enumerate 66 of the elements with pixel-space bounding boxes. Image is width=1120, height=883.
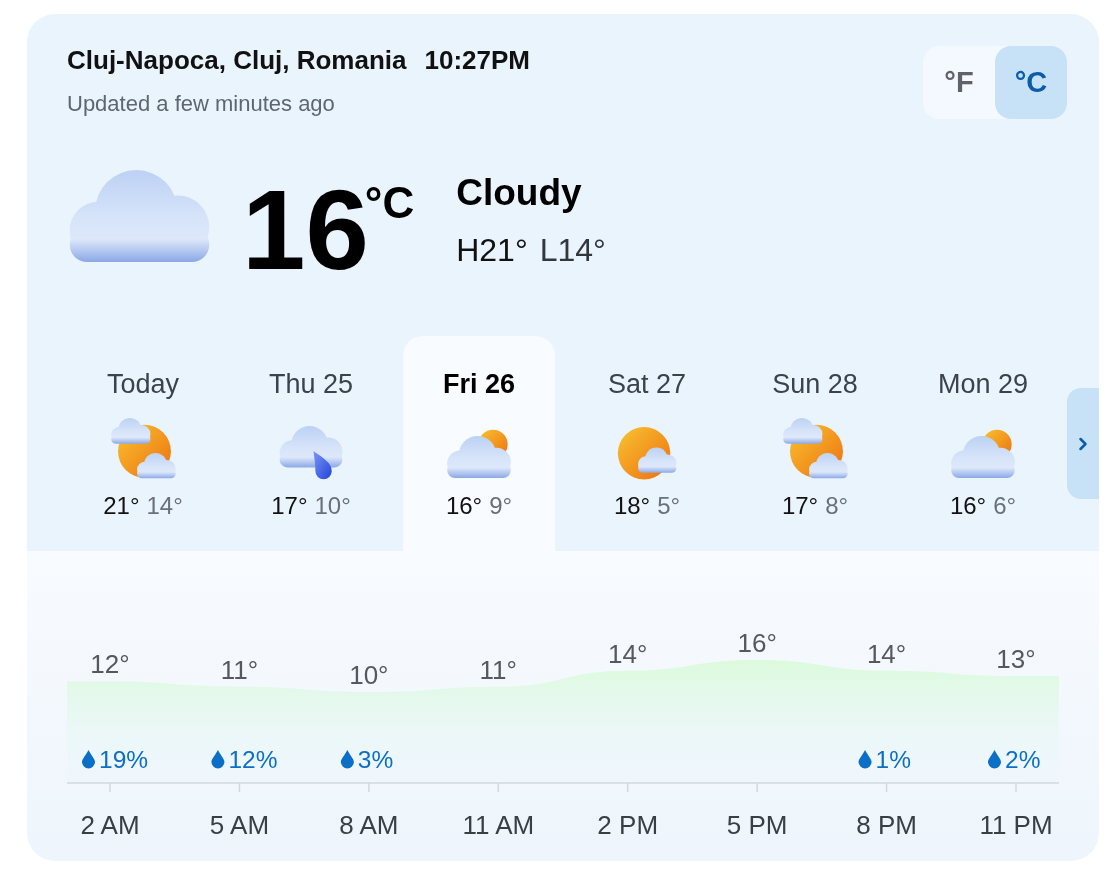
day-label: Sat 27 [607,369,687,399]
low-temperature: 8° [825,492,849,520]
high-temperature: 21° [103,492,140,520]
unit-button[interactable]: °C [995,46,1067,119]
time-label: 2 AM [80,810,140,840]
high-temperature: H21° [456,234,528,266]
day-label: Sun 28 [772,369,858,399]
precipitation-label: 12% [228,746,278,773]
update-status: Updated a few minutes ago [67,90,336,118]
temperature-label: 10° [349,660,389,690]
temperature-label: 14° [608,638,648,669]
raindrop-icon [988,750,1001,769]
low-temperature: L14° [539,234,606,266]
precipitation-label: 19% [99,746,149,773]
temperature-label: 11° [479,654,517,685]
precipitation-label: 3% [357,746,394,773]
local-time: 10:27PM [424,43,530,77]
sun-with-clouds-icon [110,418,176,480]
day-label: Mon 29 [937,369,1029,399]
time-label: 11 AM [462,810,535,840]
raindrop-icon [858,750,872,769]
day-tab[interactable]: Sat 27 18° 5° [571,336,723,551]
sun-with-cloud-icon [617,427,677,480]
low-temperature: 14° [146,492,183,520]
condition-label: Cloudy [456,174,583,211]
day-label: Fri 26 [442,369,515,399]
day-tab[interactable]: Mon 29 16° 6° [907,336,1059,551]
raindrop-icon [340,750,354,769]
cloud-with-sun-icon [951,429,1015,480]
precipitation-label: 1% [875,746,911,773]
cloud-icon [67,170,212,262]
time-label: 8 AM [339,810,399,840]
high-temperature: 16° [445,492,483,520]
raindrop-icon [211,750,225,769]
high-temperature: 16° [949,492,987,520]
next-button[interactable] [1067,388,1099,499]
day-label: Thu 25 [268,369,354,399]
temperature-label: 11° [220,654,259,685]
low-temperature: 9° [489,492,513,520]
day-label: Today [106,369,180,399]
day-tab[interactable]: Today 21° 14° [67,336,219,551]
day-tab[interactable]: Sun 28 17° 8° [739,336,891,551]
low-temperature: 5° [657,492,681,520]
temperature-label: 13° [996,644,1036,674]
location-title: Cluj-Napoca, Cluj, Romania [67,43,407,77]
precipitation-label: 2% [1005,746,1041,773]
time-label: 5 PM [726,810,788,840]
high-temperature: 17° [271,492,308,520]
sun-with-clouds-icon [782,418,848,480]
raindrop-icon [82,750,95,769]
temperature-label: 16° [737,628,777,658]
low-temperature: 10° [314,492,351,520]
time-label: 2 PM [597,810,659,840]
high-temperature: 17° [781,492,819,520]
time-label: 5 AM [209,810,270,840]
temperature-label: 12° [90,649,130,680]
rain-cloud-icon [279,426,343,480]
cloud-with-sun-icon [447,429,511,480]
day-tab[interactable]: Fri 26 16° 9° [403,336,555,551]
high-temperature: 18° [613,492,651,520]
time-label: 11 PM [979,810,1053,840]
day-tab[interactable]: Thu 25 17° 10° [235,336,387,551]
time-label: 8 PM [856,810,917,840]
low-temperature: 6° [993,492,1017,520]
temperature-label: 14° [866,638,907,669]
unit-button[interactable]: °F [923,46,995,119]
